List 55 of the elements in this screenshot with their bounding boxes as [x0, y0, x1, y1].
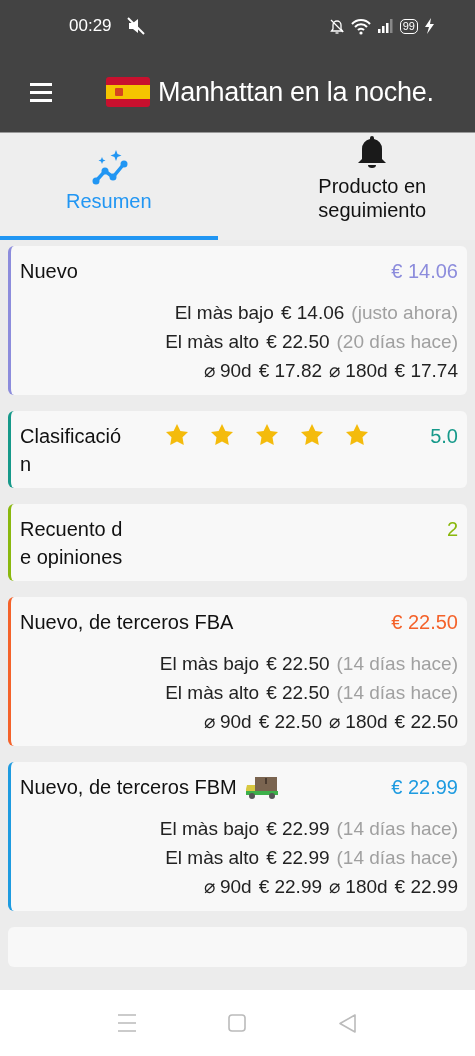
row-label: El màs bajo	[174, 301, 274, 325]
price-value: € 22.99	[394, 875, 458, 899]
row-label: El màs alto	[165, 330, 260, 354]
charging-bolt-icon	[424, 18, 435, 34]
bell-off-icon	[328, 17, 345, 35]
spain-flag-icon	[106, 77, 150, 107]
average-label: ⌀ 90d	[203, 875, 252, 899]
price-value: € 22.50	[266, 652, 330, 676]
card-title: Recuento de opiniones	[20, 517, 124, 570]
card-title: Nuevo	[20, 259, 78, 284]
current-price: € 22.99	[391, 775, 458, 800]
menu-icon	[30, 82, 52, 102]
card-title: Nuevo, de terceros FBM	[20, 775, 237, 800]
average-label: ⌀ 90d	[203, 359, 252, 383]
time-note: (20 días hace)	[336, 330, 458, 354]
time-note: (14 días hace)	[336, 817, 458, 841]
price-value: € 22.99	[266, 846, 330, 870]
tab[interactable]: Producto en seguimiento	[217, 133, 475, 240]
row-label: El màs bajo	[159, 652, 260, 676]
time-note: (14 días hace)	[336, 681, 458, 705]
card-title: Clasificación	[20, 424, 123, 477]
price-value: € 17.74	[394, 359, 458, 383]
menu-icon[interactable]	[118, 1014, 136, 1032]
price-value: € 14.06	[280, 301, 345, 325]
price-value: € 17.82	[258, 359, 323, 383]
back-icon[interactable]	[338, 1013, 357, 1033]
rating-value: 5.0	[430, 424, 458, 449]
current-price: € 14.06	[391, 259, 458, 284]
muted-speaker-icon	[125, 16, 146, 36]
clock-time: 00:29	[69, 16, 112, 36]
row-label: El màs alto	[165, 681, 260, 705]
product-title: Manhattan en la noche.	[158, 76, 434, 108]
average-label: ⌀ 180d	[329, 710, 388, 734]
price-value: € 22.99	[266, 817, 330, 841]
time-note: (14 días hace)	[336, 846, 458, 870]
menu-button[interactable]	[30, 82, 52, 102]
average-label: ⌀ 90d	[203, 710, 252, 734]
current-price: € 22.50	[391, 610, 458, 635]
average-label: ⌀ 180d	[329, 359, 388, 383]
price-value: € 22.50	[266, 681, 330, 705]
time-note: (justo ahora)	[351, 301, 458, 325]
average-label: ⌀ 180d	[329, 875, 388, 899]
review-count: 2	[446, 517, 458, 542]
row-label: El màs bajo	[159, 817, 260, 841]
price-value: € 22.50	[394, 710, 458, 734]
price-value: € 22.50	[258, 710, 323, 734]
signal-icon	[376, 18, 394, 34]
price-value: € 22.99	[258, 875, 323, 899]
wifi-icon	[350, 17, 371, 35]
home-square-icon[interactable]	[228, 1014, 246, 1032]
row-label: El màs alto	[165, 846, 260, 870]
battery-level: 99	[399, 18, 418, 34]
card-title: Nuevo, de terceros FBA	[20, 610, 234, 635]
time-note: (14 días hace)	[336, 652, 458, 676]
price-value: € 22.50	[266, 330, 330, 354]
